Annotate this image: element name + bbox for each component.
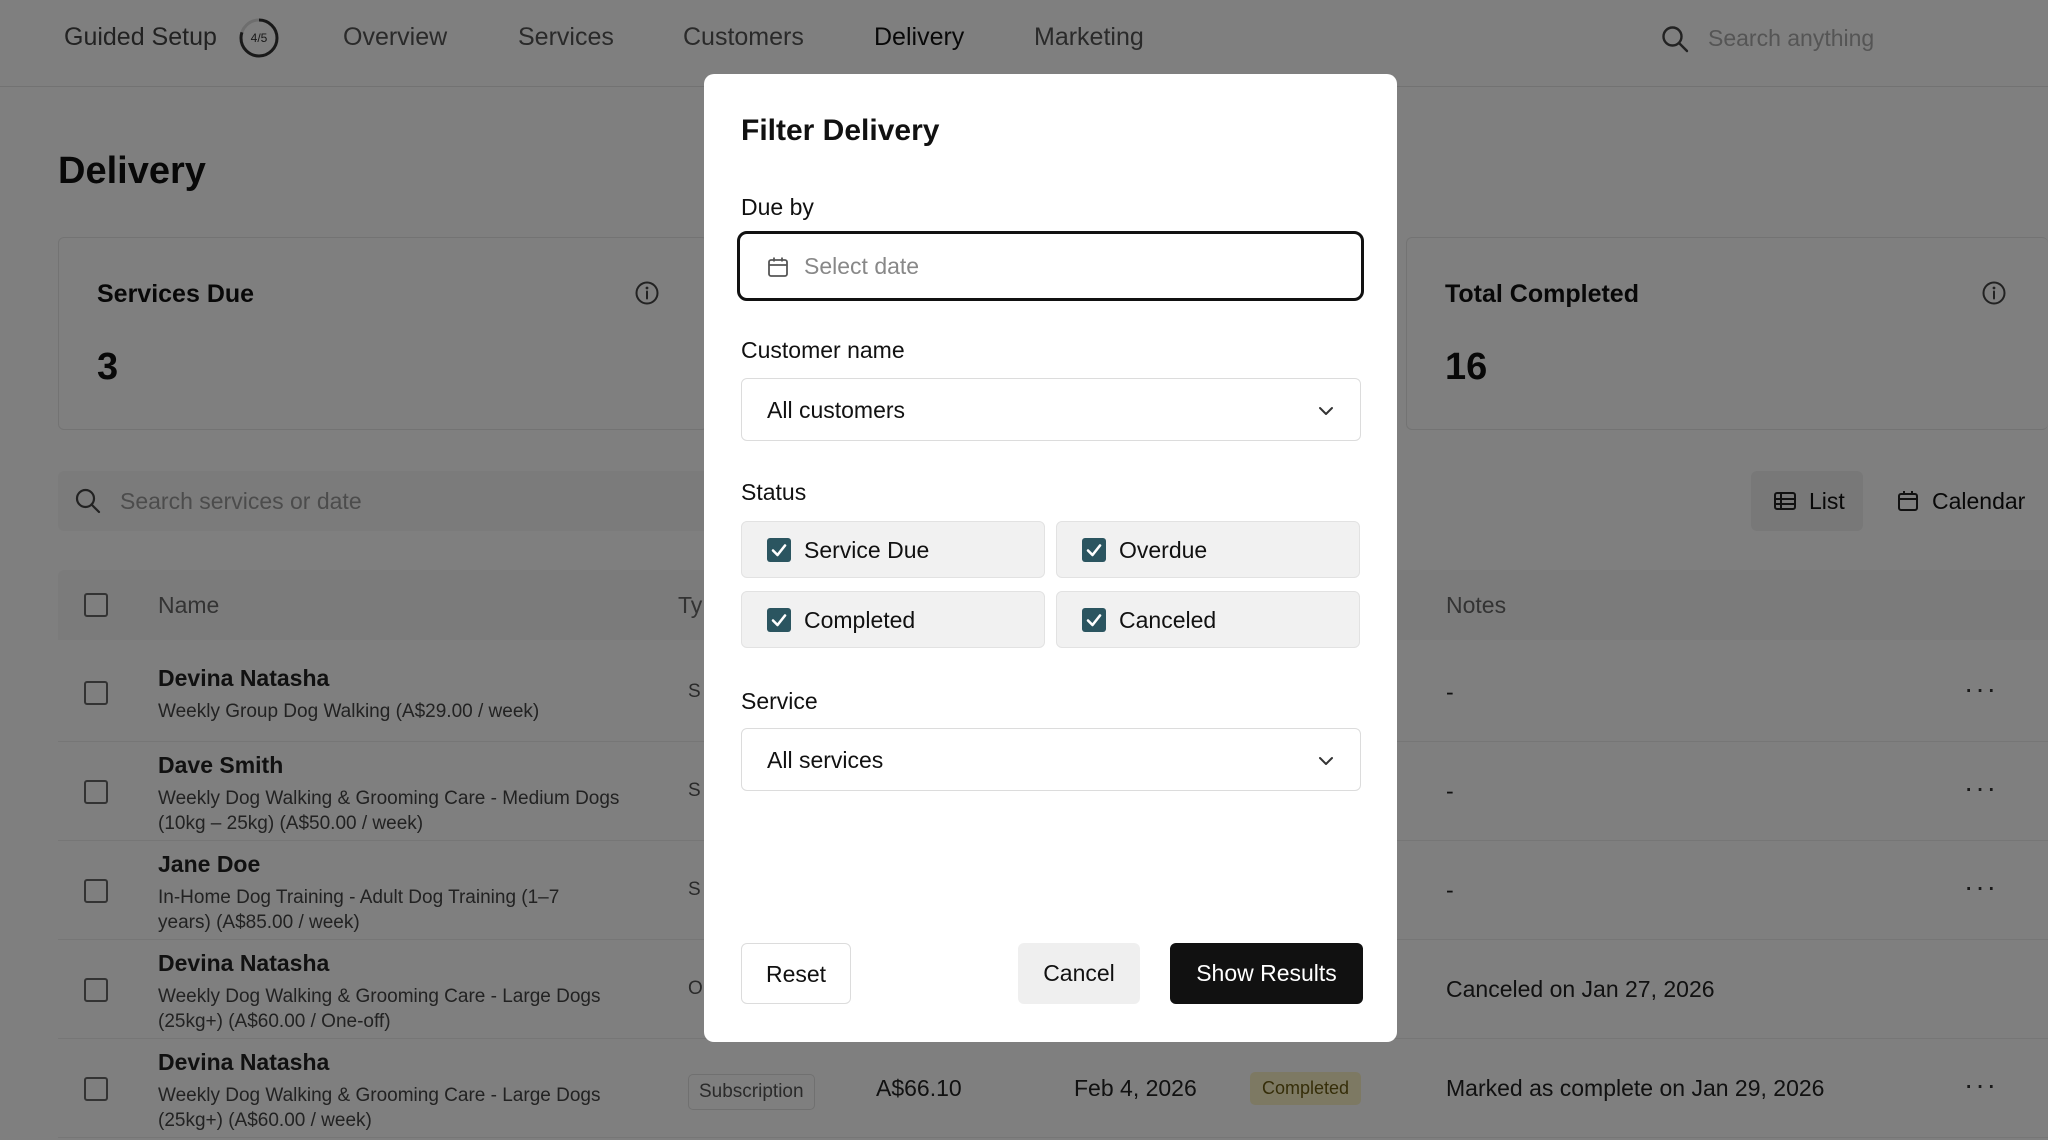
due-by-date-input[interactable] — [804, 248, 1324, 284]
checkbox-checked-icon[interactable] — [1082, 608, 1106, 632]
customer-select-value: All customers — [767, 397, 906, 423]
checkbox-checked-icon[interactable] — [767, 538, 791, 562]
status-option-label: Canceled — [1119, 607, 1217, 633]
due-by-label: Due by — [741, 194, 814, 220]
status-option-service-due[interactable]: Service Due — [741, 521, 1045, 578]
customer-select[interactable]: All customers — [741, 378, 1361, 441]
status-option-label: Overdue — [1119, 537, 1208, 563]
checkbox-checked-icon[interactable] — [1082, 538, 1106, 562]
service-select[interactable]: All services — [741, 728, 1361, 791]
calendar-icon — [768, 257, 788, 277]
status-option-canceled[interactable]: Canceled — [1056, 591, 1360, 648]
customer-name-label: Customer name — [741, 337, 905, 363]
cancel-button[interactable]: Cancel — [1018, 943, 1140, 1004]
service-label: Service — [741, 688, 818, 714]
filter-delivery-modal: Filter Delivery Due by Customer name All… — [704, 74, 1397, 1042]
status-label: Status — [741, 479, 807, 505]
show-results-button[interactable]: Show Results — [1170, 943, 1363, 1004]
status-option-completed[interactable]: Completed — [741, 591, 1045, 648]
chevron-down-icon — [1319, 407, 1333, 415]
reset-button[interactable]: Reset — [741, 943, 851, 1004]
status-option-label: Completed — [804, 607, 916, 633]
checkbox-checked-icon[interactable] — [767, 608, 791, 632]
status-option-overdue[interactable]: Overdue — [1056, 521, 1360, 578]
chevron-down-icon — [1319, 757, 1333, 765]
status-option-label: Service Due — [804, 537, 930, 563]
modal-title: Filter Delivery — [741, 114, 940, 147]
service-select-value: All services — [767, 747, 884, 773]
due-by-date-field[interactable] — [737, 231, 1364, 301]
